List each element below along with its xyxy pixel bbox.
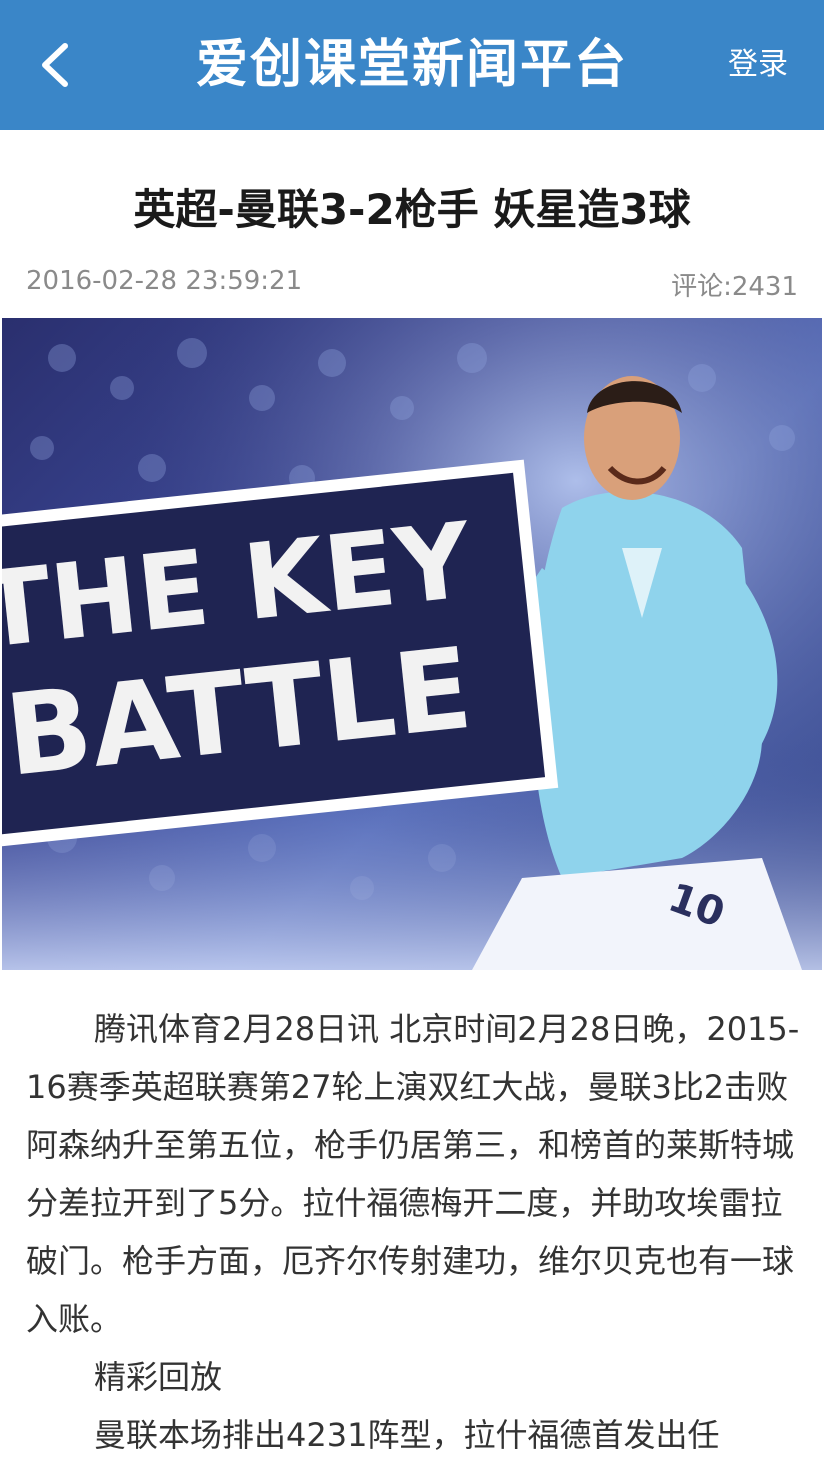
article-title: 英超-曼联3-2枪手 妖星造3球 bbox=[133, 185, 691, 234]
article-paragraph: 腾讯体育2月28日讯 北京时间2月28日晚，2015-16赛季英超联赛第27轮上… bbox=[26, 1010, 800, 1338]
article-hero-image: THE KEY BATTLE 10 bbox=[2, 318, 822, 970]
top-bar: 爱创课堂新闻平台 登录 bbox=[0, 0, 824, 130]
article-body: 腾讯体育2月28日讯 北京时间2月28日晚，2015-16赛季英超联赛第27轮上… bbox=[26, 1000, 800, 1460]
article-paragraph: 曼联本场排出4231阵型，拉什福德首发出任 bbox=[94, 1416, 720, 1454]
back-button[interactable] bbox=[20, 30, 90, 100]
publish-date: 2016-02-28 23:59:21 bbox=[26, 266, 303, 296]
hero-illustration: THE KEY BATTLE 10 bbox=[2, 318, 822, 970]
app-title: 爱创课堂新闻平台 bbox=[195, 35, 628, 95]
article-page: 爱创课堂新闻平台 登录 英超-曼联3-2枪手 妖星造3球 2016-02-28 … bbox=[0, 0, 824, 1460]
chevron-left-icon bbox=[42, 43, 68, 87]
article-meta: 2016-02-28 23:59:21 评论:2431 bbox=[26, 266, 798, 302]
section-label: 精彩回放 bbox=[94, 1358, 223, 1396]
login-link[interactable]: 登录 bbox=[728, 0, 788, 130]
comment-count[interactable]: 评论:2431 bbox=[671, 266, 798, 303]
key-battle-banner: THE KEY BATTLE bbox=[2, 459, 559, 848]
